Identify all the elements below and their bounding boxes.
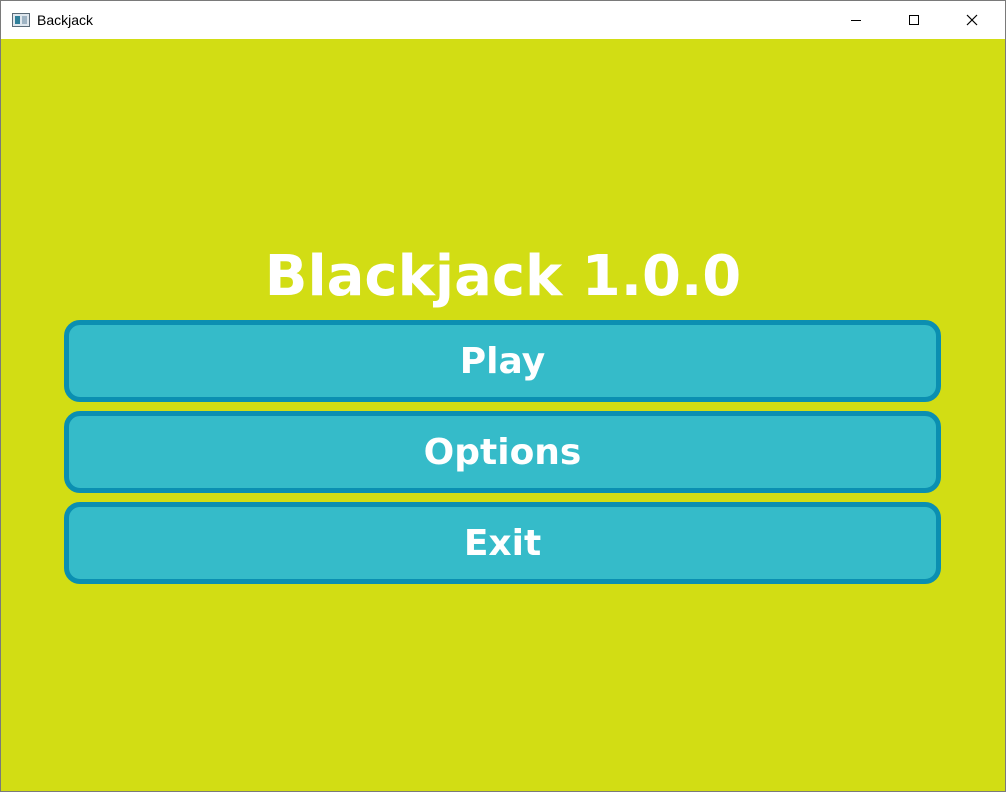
- close-icon: [966, 14, 978, 26]
- options-button[interactable]: Options: [64, 411, 941, 493]
- minimize-icon: [851, 20, 861, 21]
- game-screen: Blackjack 1.0.0 Play Options Exit: [1, 39, 1005, 791]
- maximize-icon: [909, 15, 919, 25]
- window-title: Backjack: [37, 12, 94, 28]
- game-title: Blackjack 1.0.0: [264, 244, 742, 309]
- app-icon: [12, 13, 30, 27]
- play-button[interactable]: Play: [64, 320, 941, 402]
- exit-button[interactable]: Exit: [64, 502, 941, 584]
- close-button[interactable]: [943, 1, 1001, 39]
- minimize-button[interactable]: [827, 1, 885, 39]
- app-window: Backjack Blackjack 1.0.0 Play Options Ex…: [0, 0, 1006, 792]
- maximize-button[interactable]: [885, 1, 943, 39]
- title-bar[interactable]: Backjack: [1, 1, 1005, 39]
